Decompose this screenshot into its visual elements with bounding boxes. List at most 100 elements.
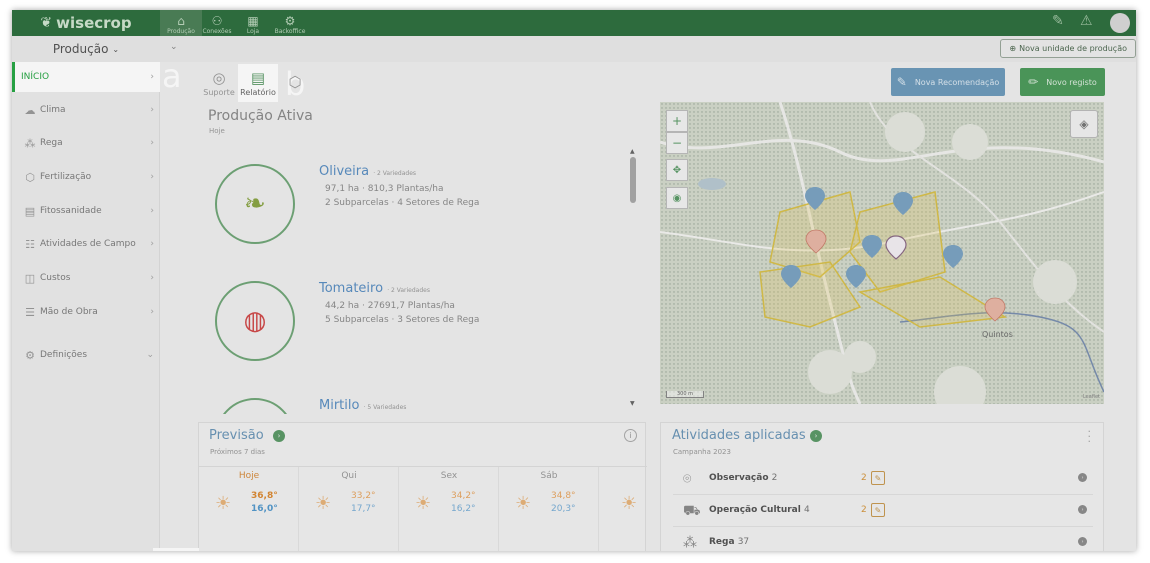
map-attribution[interactable]: Leaflet [1083, 394, 1100, 400]
sidebar-item-custos[interactable]: ◫ Custos › [12, 263, 160, 293]
activity-row-operacao-cultural[interactable]: ⛟ Operação Cultural 4 2 ✎ › [673, 495, 1093, 527]
crop-varieties: · 2 Variedades [373, 170, 417, 177]
fullscreen-button[interactable]: ✥ [666, 159, 688, 181]
zoom-out-button[interactable]: − [666, 132, 688, 154]
crop-subplots-line: 5 Subparcelas · 3 Setores de Rega [325, 315, 480, 325]
sun-icon: ☀ [621, 493, 638, 514]
crop-list: ❧ Oliveira · 2 Variedades 97,1 ha · 810,… [198, 146, 646, 414]
crop-card-mirtilo[interactable]: ● Mirtilo · 5 Variedades [198, 398, 628, 414]
sidebar-item-mao-de-obra[interactable]: ☰ Mão de Obra › [12, 297, 160, 327]
locate-icon: ◉ [672, 192, 682, 204]
chevron-down-icon: ⌄ [112, 44, 120, 54]
activities-arrow-icon[interactable]: › [810, 430, 822, 442]
activity-name: Operação Cultural 4 [709, 505, 810, 515]
extra-tool-button[interactable]: ⬡ [280, 64, 310, 102]
topnav-label: Backoffice [274, 28, 306, 35]
bottom-highlight-bar [153, 548, 199, 551]
tomato-icon: ◍ [243, 306, 267, 336]
chevron-right-icon: › [150, 307, 154, 317]
topnav-label: Loja [246, 28, 260, 35]
new-record-button[interactable]: ✏ Novo registo [1020, 68, 1105, 96]
locate-button[interactable]: ◉ [666, 187, 688, 209]
applied-activities-panel: Atividades aplicadas › Campanha 2023 · · ·… [660, 422, 1104, 551]
day-name: Hoje [238, 471, 260, 481]
chevron-down-icon[interactable]: ⌄ [170, 42, 178, 52]
report-label: Relatório [240, 87, 276, 97]
info-icon[interactable]: i [624, 429, 637, 442]
sidebar-item-label: Rega [40, 138, 63, 148]
support-button[interactable]: ◎ Suporte [199, 64, 239, 102]
scroll-up-arrow-icon[interactable]: ▲ [630, 148, 635, 155]
activity-row-rega[interactable]: ⁂ Rega 37 › [673, 527, 1093, 551]
temp-max: 34,8° [551, 491, 576, 501]
chevron-right-icon: › [150, 72, 154, 82]
crop-card-oliveira[interactable]: ❧ Oliveira · 2 Variedades 97,1 ha · 810,… [198, 164, 628, 274]
map-view[interactable]: + − ✥ ◉ ◈ Quintos 300 m Leaflet [660, 102, 1104, 404]
crop-name[interactable]: Oliveira · 2 Variedades [319, 164, 416, 179]
annotation-letter-a: a [162, 57, 182, 95]
topnav-loja[interactable]: ▦ Loja [232, 10, 274, 36]
crop-name[interactable]: Tomateiro · 2 Variedades [319, 281, 430, 296]
crop-name-text: Oliveira [319, 164, 370, 179]
tractor-icon: ⛟ [683, 503, 701, 519]
scrollbar-thumb[interactable] [630, 157, 636, 203]
edit-note-icon[interactable]: ✎ [1052, 13, 1064, 29]
chevron-right-circle-icon[interactable]: › [1078, 505, 1087, 514]
support-label: Suporte [203, 87, 235, 97]
activity-name-text: Rega [709, 537, 735, 547]
report-button[interactable]: ▤ Relatório [238, 64, 278, 102]
sidebar-item-rega[interactable]: ⁂ Rega › [12, 128, 160, 158]
sidebar-item-fertilizacao[interactable]: ⬡ Fertilização › [12, 162, 160, 192]
connections-icon: ⚇ [211, 14, 223, 28]
sidebar-item-clima[interactable]: ☁ Clima › [12, 95, 160, 125]
crop-avatar: ❧ [215, 164, 295, 244]
sun-icon: ☀ [415, 493, 432, 514]
chevron-right-icon: › [150, 206, 154, 216]
forecast-arrow-icon[interactable]: › [273, 430, 285, 442]
sidebar-item-fitossanidade[interactable]: ▤ Fitossanidade › [12, 196, 160, 226]
map-layers-button[interactable]: ◈ [1070, 110, 1098, 138]
new-production-unit-button[interactable]: ⊕ Nova unidade de produção [1000, 39, 1136, 58]
chevron-right-icon: › [150, 239, 154, 249]
edit-note-icon[interactable]: ✎ [871, 503, 885, 517]
activity-pending-count: 2 [861, 505, 867, 515]
app-window: ❦ wisecrop ⌂ Produção ⚇ Conexões ▦ Loja … [12, 10, 1136, 551]
sidebar-item-inicio[interactable]: INÍCIO › [12, 62, 160, 92]
activities-subtitle: Campanha 2023 [673, 448, 731, 456]
avatar[interactable] [1110, 13, 1130, 33]
warning-icon[interactable]: ⚠ [1080, 13, 1093, 29]
settings-gear-icon: ⚙ [25, 348, 35, 362]
sidebar-item-label: Definições [40, 350, 88, 360]
chevron-right-circle-icon[interactable]: › [1078, 537, 1087, 546]
activity-row-observacao[interactable]: ⌾ Observação 2 2 ✎ › [673, 463, 1093, 495]
day-name: Qui [341, 471, 357, 481]
brand-name: wisecrop [56, 14, 132, 32]
day-name: Sex [440, 471, 458, 481]
zoom-in-button[interactable]: + [666, 110, 688, 132]
sprinkler-icon: ⁂ [24, 136, 36, 150]
temp-min: 16,0° [251, 504, 278, 514]
shop-icon: ▦ [247, 14, 259, 28]
scroll-down-arrow-icon[interactable]: ▼ [630, 400, 635, 407]
activities-title[interactable]: Atividades aplicadas [672, 428, 806, 443]
crop-card-tomateiro[interactable]: ◍ Tomateiro · 2 Variedades 44,2 ha · 276… [198, 281, 628, 391]
layers-icon: ◈ [1079, 117, 1089, 131]
new-recommendation-button[interactable]: ✎ Nova Recomendação [891, 68, 1005, 96]
sidebar-item-atividades[interactable]: ☷ Atividades de Campo › [12, 229, 160, 259]
cloud-icon: ☁ [24, 103, 36, 117]
chevron-right-circle-icon[interactable]: › [1078, 473, 1087, 482]
temp-min: 17,7° [351, 504, 376, 514]
sidebar-item-definicoes[interactable]: ⚙ Definições ⌄ [12, 340, 160, 370]
crop-name[interactable]: Mirtilo · 5 Variedades [319, 398, 406, 413]
production-dropdown[interactable]: Produção ⌄ [12, 36, 160, 62]
brand-logo[interactable]: ❦ wisecrop [12, 10, 160, 36]
forecast-title[interactable]: Previsão [209, 428, 264, 443]
topnav-backoffice[interactable]: ⚙ Backoffice [269, 10, 311, 36]
kebab-menu-icon[interactable]: · · · [1088, 426, 1092, 447]
edit-note-icon[interactable]: ✎ [871, 471, 885, 485]
clipboard-icon: ☷ [25, 237, 35, 251]
edit-note-icon: ✎ [896, 75, 907, 89]
sidebar-item-label: Fertilização [40, 172, 92, 182]
chevron-down-icon: ⌄ [146, 350, 154, 360]
sidebar-item-label: INÍCIO [21, 72, 50, 82]
